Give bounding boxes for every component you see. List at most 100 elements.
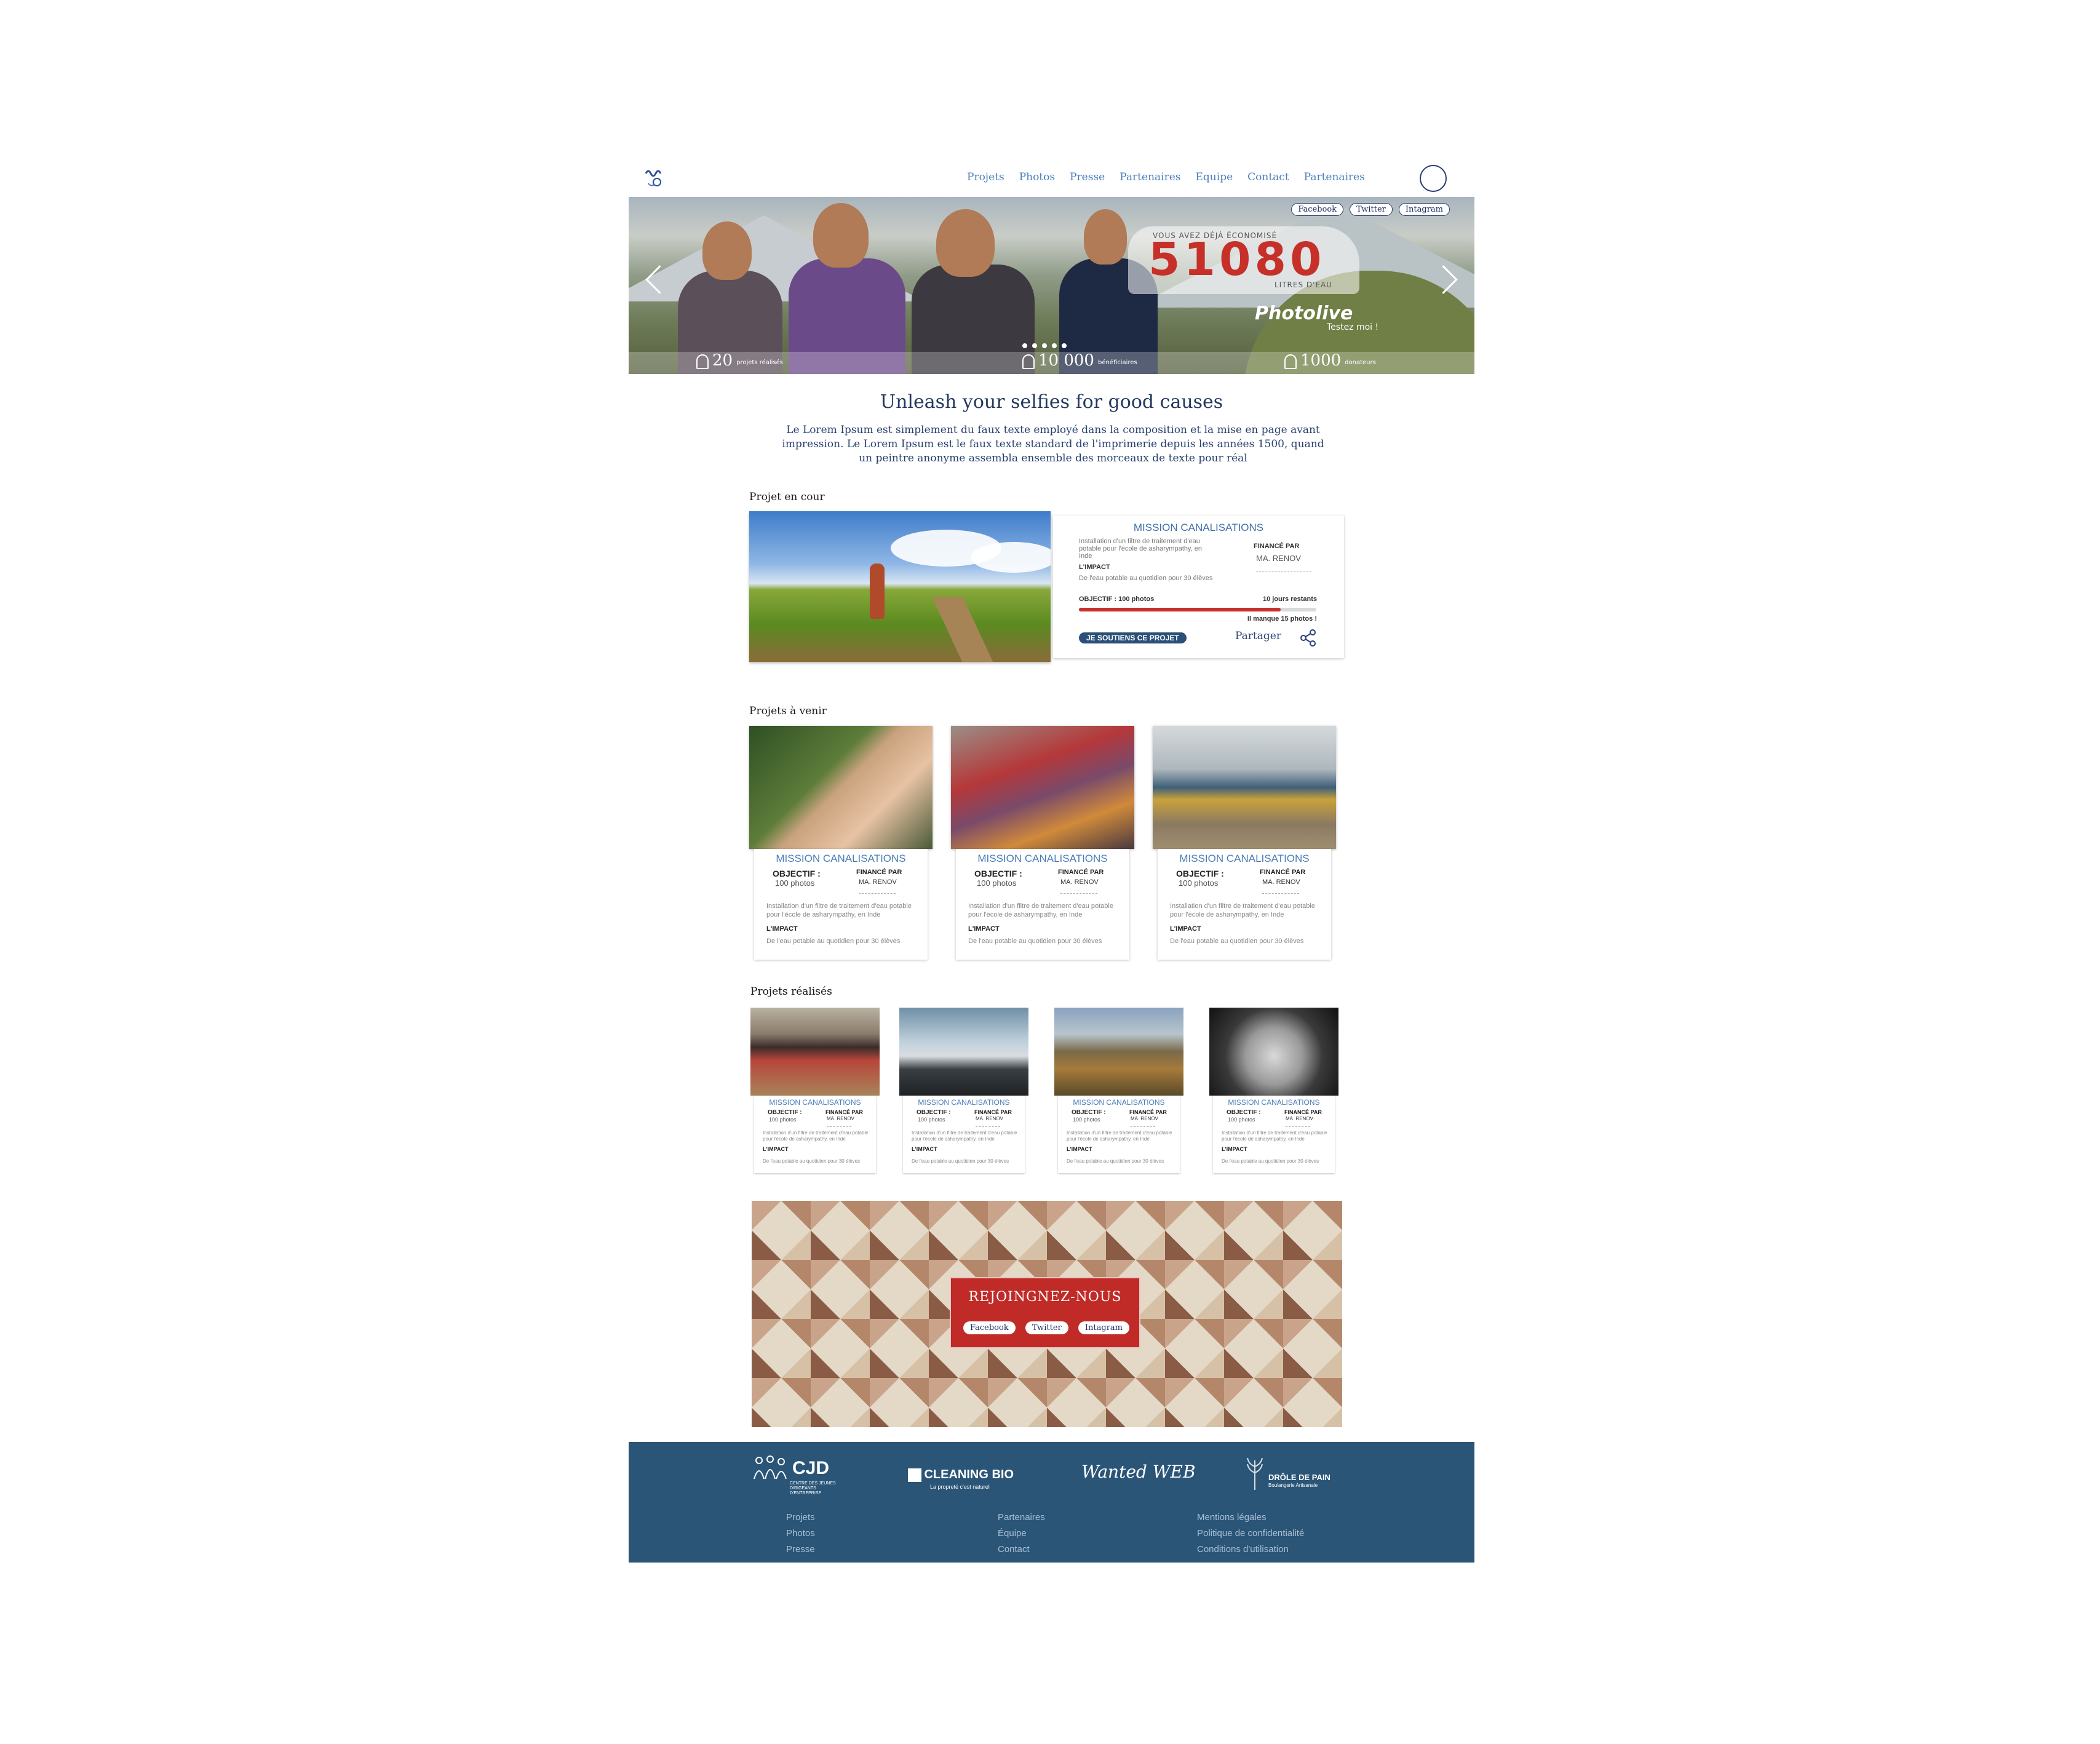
done-card[interactable]: MISSION CANALISATIONS OBJECTIF : 100 pho… bbox=[1054, 1008, 1183, 1177]
instagram-link[interactable]: Intagram bbox=[1398, 203, 1450, 216]
footer-link-photos[interactable]: Photos bbox=[786, 1526, 815, 1542]
days-left: 10 jours restants bbox=[1262, 595, 1317, 603]
share-link[interactable]: Partager bbox=[1235, 630, 1281, 642]
impact-label: L'IMPACT bbox=[763, 1146, 789, 1152]
wheat-icon bbox=[1247, 1457, 1263, 1490]
current-project-photo[interactable] bbox=[749, 511, 1051, 662]
funded-label: FINANCÉ PAR bbox=[1254, 543, 1300, 550]
intro-title: Unleash your selfies for good causes bbox=[880, 391, 1223, 413]
partner-logo-wantedweb[interactable]: Wanted WEB bbox=[1081, 1462, 1196, 1482]
done-card[interactable]: MISSION CANALISATIONS OBJECTIF : 100 pho… bbox=[750, 1008, 880, 1177]
slider-dot[interactable] bbox=[1062, 343, 1067, 348]
dirt-path bbox=[932, 597, 1003, 662]
account-circle-button[interactable] bbox=[1420, 165, 1447, 192]
upcoming-card[interactable]: MISSION CANALISATIONS OBJECTIF : 100 pho… bbox=[951, 726, 1134, 966]
hero-child-face bbox=[1084, 209, 1127, 265]
footer-link-contact[interactable]: Contact bbox=[998, 1542, 1045, 1558]
join-us-title[interactable]: REJOINGNEZ-NOUS bbox=[951, 1289, 1139, 1305]
partner-tagline: Boulangerie Artisanale bbox=[1268, 1483, 1318, 1488]
support-project-button[interactable]: JE SOUTIENS CE PROJET bbox=[1079, 632, 1187, 643]
slider-dot[interactable] bbox=[1022, 343, 1027, 348]
partner-tagline: La propreté c'est naturel bbox=[930, 1484, 990, 1490]
counter-value: 51080 bbox=[1148, 233, 1326, 286]
twitter-link[interactable]: Twitter bbox=[1350, 203, 1393, 216]
photos-missing: Il manque 15 photos ! bbox=[1247, 615, 1317, 623]
stat-donors: 1000 donateurs bbox=[1284, 352, 1376, 369]
hero-slider: Facebook Twitter Intagram VOUS AVEZ DÉJÀ… bbox=[629, 197, 1474, 374]
photolive-link[interactable]: Photolive bbox=[1255, 303, 1353, 324]
footer-link-presse[interactable]: Presse bbox=[786, 1542, 815, 1558]
partner-logo-cjd[interactable]: CJD CENTRE DES JEUNES DIRIGEANTS D'ENTRE… bbox=[752, 1454, 836, 1495]
upcoming-photo bbox=[749, 726, 933, 849]
done-info: MISSION CANALISATIONS OBJECTIF : 100 pho… bbox=[1058, 1096, 1180, 1173]
done-card[interactable]: MISSION CANALISATIONS OBJECTIF : 100 pho… bbox=[899, 1008, 1028, 1177]
objective-value: 100 photos bbox=[1179, 878, 1219, 888]
card-title: MISSION CANALISATIONS bbox=[977, 853, 1108, 864]
instagram-link[interactable]: Intagram bbox=[1078, 1321, 1129, 1334]
nav-equipe[interactable]: Equipe bbox=[1196, 171, 1233, 183]
facebook-link[interactable]: Facebook bbox=[1291, 203, 1344, 216]
nav-photos[interactable]: Photos bbox=[1019, 171, 1055, 183]
stat-label: bénéficiaires bbox=[1097, 359, 1137, 366]
intro-text: Le Lorem Ipsum est simplement du faux te… bbox=[782, 424, 1324, 464]
funder-name: MA. RENOV bbox=[1131, 1116, 1158, 1121]
impact-label: L'IMPACT bbox=[912, 1146, 937, 1152]
card-description: Installation d'un filtre de traitement d… bbox=[968, 902, 1113, 918]
footer-link-privacy[interactable]: Politique de confidentialité bbox=[1197, 1526, 1304, 1542]
funded-label: FINANCÉ PAR bbox=[1260, 869, 1306, 876]
footer-link-equipe[interactable]: Équipe bbox=[998, 1526, 1045, 1542]
partner-logo-cleaningbio[interactable]: CLEANING BIO La propreté c'est naturel bbox=[908, 1468, 1014, 1490]
site-logo[interactable] bbox=[643, 167, 666, 189]
nav-contact[interactable]: Contact bbox=[1247, 171, 1289, 183]
twitter-link[interactable]: Twitter bbox=[1025, 1321, 1068, 1334]
funder-signature bbox=[859, 887, 896, 894]
stat-projects: 20 projets réalisés bbox=[696, 352, 783, 369]
done-photo bbox=[750, 1008, 880, 1096]
card-title: MISSION CANALISATIONS bbox=[918, 1098, 1010, 1107]
counter-unit: LITRES D'EAU bbox=[1275, 281, 1333, 289]
photolive-subtitle[interactable]: Testez moi ! bbox=[1327, 322, 1378, 332]
facebook-link[interactable]: Facebook bbox=[963, 1321, 1016, 1334]
upcoming-card[interactable]: MISSION CANALISATIONS OBJECTIF : 100 pho… bbox=[1153, 726, 1336, 966]
funded-label: FINANCÉ PAR bbox=[1284, 1109, 1322, 1115]
upcoming-info: MISSION CANALISATIONS OBJECTIF : 100 pho… bbox=[956, 849, 1129, 960]
objective-value: 100 photos bbox=[1073, 1117, 1100, 1123]
footer-link-mentions[interactable]: Mentions légales bbox=[1197, 1510, 1304, 1526]
funder-name: MA. RENOV bbox=[1262, 878, 1300, 886]
impact-text: De l'eau potable au quotidien pour 30 él… bbox=[1170, 938, 1304, 945]
objective-value: 100 photos bbox=[775, 878, 815, 888]
upcoming-card[interactable]: MISSION CANALISATIONS OBJECTIF : 100 pho… bbox=[749, 726, 933, 966]
hero-child-face bbox=[936, 209, 995, 277]
card-description: Installation d'un filtre de traitement d… bbox=[1222, 1130, 1327, 1142]
objective-value: 100 photos bbox=[1228, 1117, 1255, 1123]
done-photo bbox=[899, 1008, 1028, 1096]
card-description: Installation d'un filtre de traitement d… bbox=[763, 1130, 869, 1142]
stat-label: donateurs bbox=[1345, 359, 1376, 366]
progress-bar bbox=[1079, 608, 1316, 611]
footer-link-terms[interactable]: Conditions d'utilisation bbox=[1197, 1542, 1304, 1558]
done-photo bbox=[1209, 1008, 1338, 1096]
nav-presse[interactable]: Presse bbox=[1070, 171, 1105, 183]
share-icon[interactable] bbox=[1299, 629, 1318, 647]
slider-dot[interactable] bbox=[1042, 343, 1047, 348]
nav-projets[interactable]: Projets bbox=[967, 171, 1004, 183]
nav-partenaires-2[interactable]: Partenaires bbox=[1304, 171, 1365, 183]
footer-link-partenaires[interactable]: Partenaires bbox=[998, 1510, 1045, 1526]
objective-label: OBJECTIF : bbox=[1227, 1109, 1261, 1116]
nav-partenaires[interactable]: Partenaires bbox=[1120, 171, 1180, 183]
objective-label: OBJECTIF : bbox=[773, 869, 821, 878]
impact-text: De l'eau potable au quotidien pour 30 él… bbox=[763, 1158, 861, 1164]
funder-name: MA. RENOV bbox=[1256, 554, 1301, 563]
partner-logo-droledepain[interactable]: DRÔLE DE PAIN Boulangerie Artisanale bbox=[1244, 1454, 1330, 1494]
upcoming-info: MISSION CANALISATIONS OBJECTIF : 100 pho… bbox=[1158, 849, 1331, 960]
slider-dot[interactable] bbox=[1032, 343, 1037, 348]
done-card[interactable]: MISSION CANALISATIONS OBJECTIF : 100 pho… bbox=[1209, 1008, 1338, 1177]
join-social-links: Facebook Twitter Intagram bbox=[963, 1321, 1129, 1334]
impact-text: De l'eau potable au quotidien pour 30 él… bbox=[1222, 1158, 1319, 1164]
funded-label: FINANCÉ PAR bbox=[856, 869, 902, 876]
footer-link-projets[interactable]: Projets bbox=[786, 1510, 815, 1526]
main-nav: Projets Photos Presse Partenaires Equipe… bbox=[967, 171, 1380, 183]
slider-dot[interactable] bbox=[1052, 343, 1057, 348]
camera-icon bbox=[1284, 354, 1297, 369]
funder-signature bbox=[827, 1123, 851, 1127]
